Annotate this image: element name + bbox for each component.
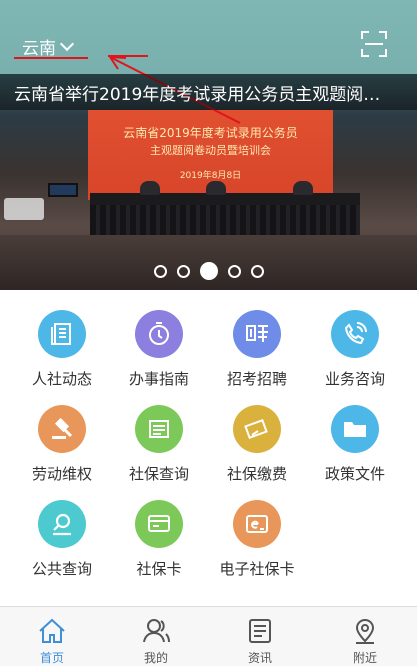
banner-screen-line3: 2019年8月8日 [179,171,242,181]
tab-label: 我的 [143,651,168,665]
banner-chair [4,198,44,220]
grid-item-shebaochaxun[interactable]: 社保查询 [107,385,211,483]
bottom-tab-bar: 首页 我的 资讯 附近 [0,606,417,666]
home-icon [39,618,65,643]
card-payment-icon [233,405,281,453]
banner-carousel[interactable]: 云南省2019年度考试录用公务员 主观题阅卷动员暨培训会 2019年8月8日 云… [0,0,417,290]
carousel-dot-active[interactable] [199,262,218,280]
chevron-down-icon [59,36,75,51]
grid-item-dianzishebaoka[interactable]: 电子社保卡 [205,480,309,578]
ecard-icon [233,500,281,548]
grid-item-zhaokao[interactable]: 招考招聘 [205,290,309,388]
tab-nearby[interactable]: 附近 [313,607,417,666]
tab-news[interactable]: 资讯 [208,607,312,666]
banner-screen-line2: 主观题阅卷动员暨培训会 [150,144,271,157]
phone-icon [331,310,379,358]
news-icon [38,310,86,358]
banner-person [293,181,313,195]
city-selector[interactable]: 云南 [22,34,75,59]
grid-item-banshi[interactable]: 办事指南 [107,290,211,388]
search-icon [38,500,86,548]
grid-item-zhengce[interactable]: 政策文件 [303,385,407,483]
carousel-indicator [0,261,417,281]
grid-item-rensheDongtai[interactable]: 人社动态 [10,290,114,388]
banner-tv [48,183,78,197]
grid-item-yewu[interactable]: 业务咨询 [303,290,407,388]
banner-title[interactable]: 云南省举行2019年度考试录用公务员主观题阅… [14,80,409,105]
carousel-dot[interactable] [227,264,241,278]
tab-home[interactable]: 首页 [0,607,104,666]
city-label: 云南 [22,39,56,59]
grid-item-shebaojiaofei[interactable]: 社保缴费 [205,385,309,483]
service-grid: 人社动态 办事指南 招考招聘 业务咨询 劳动维权 社保查询 社保缴费 政策文件 … [0,290,417,606]
gavel-icon [38,405,86,453]
card-icon [135,500,183,548]
grid-label: 公共查询 [31,560,92,578]
grid-label: 政策文件 [324,465,385,483]
grid-label: 电子社保卡 [219,560,295,578]
news-list-icon [249,619,271,643]
document-list-icon [135,405,183,453]
banner-person [140,181,160,195]
tab-label: 附近 [352,651,377,665]
user-icon [143,619,170,643]
banner-screen-line1: 云南省2019年度考试录用公务员 [123,126,298,140]
grid-item-laodong[interactable]: 劳动维权 [10,385,114,483]
location-icon [355,619,375,644]
carousel-dot[interactable] [176,264,190,278]
banner-person [206,181,226,195]
app-screen: 云南省2019年度考试录用公务员 主观题阅卷动员暨培训会 2019年8月8日 云… [0,0,417,666]
stopwatch-icon [135,310,183,358]
grid-label: 社保卡 [136,560,182,578]
tab-mine[interactable]: 我的 [104,607,208,666]
scan-icon[interactable] [361,31,387,57]
banner-title-bar: 云南省举行2019年度考试录用公务员主观题阅… [0,74,417,110]
tab-label: 资讯 [247,651,272,665]
folder-icon [331,405,379,453]
recruit-icon [233,310,281,358]
grid-item-gonggong[interactable]: 公共查询 [10,480,114,578]
carousel-dot[interactable] [153,264,167,278]
tab-label: 首页 [39,651,64,665]
grid-item-shebaoka[interactable]: 社保卡 [107,480,211,578]
carousel-dot[interactable] [250,264,264,278]
banner-tablecloth [90,205,360,235]
